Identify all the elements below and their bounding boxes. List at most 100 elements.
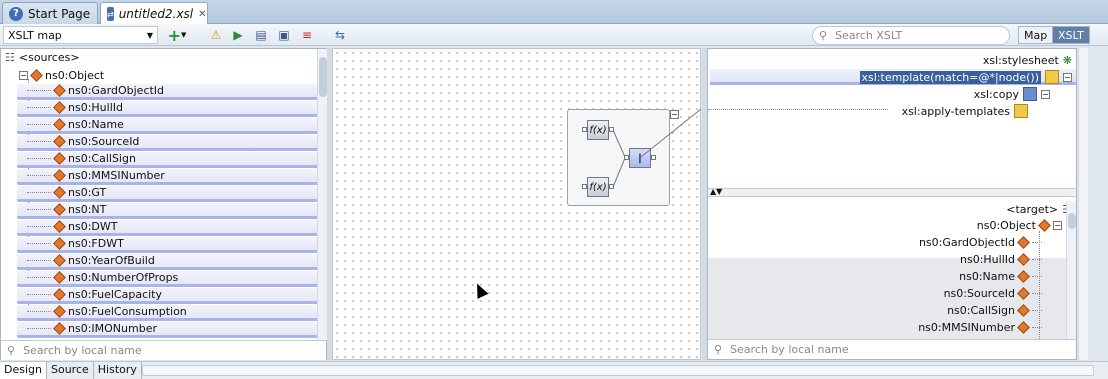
- target-scroll-thumb[interactable]: [1068, 213, 1076, 229]
- xsl-apply-templates-node[interactable]: xsl:apply-templates: [902, 103, 1028, 119]
- source-tree-row[interactable]: ns0:Name: [17, 118, 326, 134]
- tab-source[interactable]: Source: [47, 362, 94, 379]
- target-search-input[interactable]: ⚲ Search by local name: [708, 339, 1076, 359]
- source-scroll-thumb[interactable]: [319, 57, 327, 97]
- list-button[interactable]: ≡: [297, 26, 317, 44]
- target-tree-row[interactable]: ns0:CallSign: [947, 302, 1042, 318]
- map-type-select[interactable]: XSLT map ▼: [3, 26, 158, 44]
- source-tree-row[interactable]: ns0:DWT: [17, 220, 326, 236]
- source-tree-row[interactable]: ns0:HullId: [17, 101, 326, 117]
- xsl-target-panel: xsl:stylesheet ❋ xsl:template(match=@*|n…: [707, 48, 1077, 360]
- preview-button[interactable]: ▣: [274, 26, 294, 44]
- tab-design[interactable]: Design: [0, 362, 47, 379]
- collapse-icon[interactable]: −: [19, 70, 28, 80]
- copy-icon: [1023, 87, 1037, 101]
- apply-templates-icon: [1014, 104, 1028, 118]
- tree-connector: [1032, 326, 1042, 328]
- tab-history[interactable]: History: [94, 362, 142, 379]
- source-tree-row[interactable]: ns0:FDWT: [17, 237, 326, 253]
- collapse-icon[interactable]: −: [1063, 72, 1072, 82]
- source-tree-row[interactable]: ns0:NT: [17, 203, 326, 219]
- tab-start-page[interactable]: ? Start Page: [2, 2, 98, 24]
- generate-report-button[interactable]: ▤: [251, 26, 271, 44]
- output-port[interactable]: [609, 127, 614, 132]
- element-icon: [1017, 235, 1030, 249]
- target-tree-row[interactable]: ns0:HullId: [960, 251, 1042, 267]
- xsl-stylesheet-node[interactable]: xsl:stylesheet ❋: [983, 52, 1072, 68]
- element-icon: [53, 203, 66, 216]
- source-field-label: ns0:FuelCapacity: [68, 288, 162, 301]
- source-tree-row[interactable]: ns0:GT: [17, 186, 326, 202]
- element-icon: [53, 135, 66, 148]
- target-tree-row[interactable]: ns0:MMSINumber: [918, 319, 1042, 335]
- right-edge-scrollbar[interactable]: [1078, 48, 1088, 360]
- sync-button[interactable]: ⇆: [330, 26, 350, 44]
- xsl-copy-node[interactable]: xsl:copy −: [974, 86, 1050, 102]
- function-node-1[interactable]: f(x): [587, 120, 609, 140]
- input-port[interactable]: [582, 184, 587, 189]
- element-icon: [53, 254, 66, 267]
- source-tree-row[interactable]: ns0:IMONumber: [17, 322, 326, 338]
- mapping-canvas[interactable]: f(x) f(x) | −: [332, 48, 702, 360]
- schema-icon: ☷: [5, 51, 15, 64]
- source-scrollbar[interactable]: [317, 49, 327, 340]
- map-view-button[interactable]: Map: [1018, 26, 1054, 44]
- source-tree-row[interactable]: ns0:CallSign: [17, 152, 326, 168]
- close-icon[interactable]: ✕: [198, 9, 206, 20]
- tree-connector: [27, 175, 51, 176]
- source-tree-row[interactable]: ns0:FuelConsumption: [17, 305, 326, 321]
- xsl-copy-label: xsl:copy: [973, 87, 1019, 101]
- collapse-icon[interactable]: −: [670, 110, 679, 119]
- xsl-template-node[interactable]: xsl:template(match=@*|node()) −: [859, 69, 1072, 85]
- search-xslt-input[interactable]: ⚲ Search XSLT: [812, 26, 1010, 45]
- element-icon: [1017, 320, 1030, 334]
- target-tree-row[interactable]: ns0:SourceId: [944, 285, 1042, 301]
- xslt-view-button[interactable]: XSLT: [1052, 26, 1090, 44]
- plus-icon: +: [167, 25, 181, 45]
- tree-connector: [1032, 258, 1042, 260]
- source-tree-row[interactable]: ns0:MMSINumber: [17, 169, 326, 185]
- split-arrows-icon[interactable]: ▲▼: [710, 187, 722, 196]
- union-function-node[interactable]: |: [629, 148, 651, 168]
- source-tree-row[interactable]: ns0:GardObjectId: [17, 84, 326, 100]
- function-group[interactable]: f(x) f(x) | −: [567, 109, 679, 206]
- source-tree-row[interactable]: ns0:NumberOfProps: [17, 271, 326, 287]
- tree-connector: [1032, 241, 1042, 243]
- add-button[interactable]: + ▼: [164, 25, 190, 45]
- function-1-label: f(x): [589, 124, 607, 136]
- target-root-node[interactable]: ns0:Object −: [977, 217, 1062, 233]
- tab-untitled2-xsl[interactable]: ⇄ untitled2.xsl ✕: [100, 2, 208, 25]
- source-field-label: ns0:GT: [68, 186, 107, 199]
- element-icon: [1017, 286, 1030, 300]
- editor-tab-strip: ? Start Page ⇄ untitled2.xsl ✕: [0, 0, 1108, 25]
- element-icon: [53, 288, 66, 301]
- collapse-icon[interactable]: −: [1053, 220, 1062, 230]
- sources-header-label: <sources>: [18, 51, 80, 64]
- element-icon: [53, 305, 66, 318]
- source-field-label: ns0:NT: [68, 203, 107, 216]
- source-tree-row[interactable]: ns0:FuelCapacity: [17, 288, 326, 304]
- output-port[interactable]: [651, 155, 656, 160]
- source-root-node[interactable]: − ns0:Object: [19, 67, 104, 83]
- horizontal-scrollbar[interactable]: [142, 365, 1094, 376]
- pane-divider[interactable]: ▲▼: [708, 187, 1076, 197]
- function-2-label: f(x): [589, 181, 607, 193]
- function-node-2[interactable]: f(x): [587, 177, 609, 197]
- test-button[interactable]: ▶: [228, 26, 248, 44]
- target-tree-row[interactable]: ns0:Name: [959, 268, 1042, 284]
- input-port[interactable]: [624, 155, 629, 160]
- output-port[interactable]: [609, 184, 614, 189]
- element-icon: [53, 237, 66, 250]
- target-tree-row[interactable]: ns0:GardObjectId: [919, 234, 1042, 250]
- collapse-icon[interactable]: −: [1041, 89, 1050, 99]
- list-icon: ≡: [301, 28, 313, 42]
- input-port[interactable]: [582, 127, 587, 132]
- validate-button[interactable]: ⚠: [206, 26, 226, 44]
- source-field-label: ns0:GardObjectId: [68, 84, 165, 97]
- source-tree-row[interactable]: ns0:YearOfBuild: [17, 254, 326, 270]
- source-tree-row[interactable]: ns0:SourceId: [17, 135, 326, 151]
- search-xslt-placeholder: Search XSLT: [835, 29, 903, 42]
- target-scrollbar[interactable]: [1066, 201, 1076, 340]
- source-root-label: ns0:Object: [45, 68, 105, 82]
- source-search-input[interactable]: ⚲ Search by local name: [1, 340, 326, 360]
